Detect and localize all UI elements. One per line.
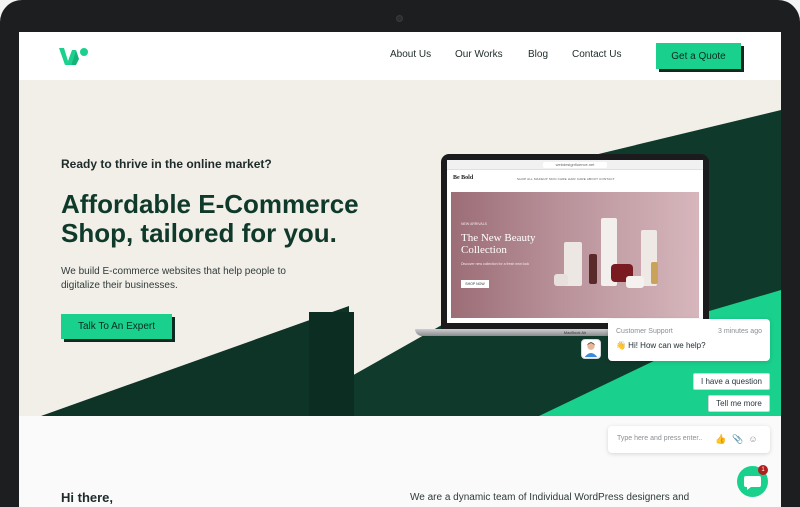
attachment-icon[interactable]: 📎: [732, 434, 743, 444]
product-bottle: [651, 262, 658, 284]
mockup-menu: SHOP ALL MAKEUP SKIN CARE HAIR CARE ABOU…: [517, 177, 615, 181]
mockup-browser-bar: webdesignfluence.net: [447, 160, 703, 170]
mockup-url: webdesignfluence.net: [543, 162, 607, 168]
camera-icon: [396, 15, 403, 22]
quick-reply-question[interactable]: I have a question: [693, 373, 770, 390]
hero-eyebrow: Ready to thrive in the online market?: [61, 157, 272, 171]
nav-link-about-us[interactable]: About Us: [390, 49, 431, 60]
get-a-quote-button[interactable]: Get a Quote: [656, 43, 741, 69]
intro-greeting: Hi there,: [61, 490, 114, 505]
browser-viewport: About Us Our Works Blog Contact Us Get a…: [19, 32, 781, 507]
chat-input-placeholder: Type here and press enter..: [617, 435, 703, 442]
chat-message: 👋 Hi! How can we help?: [616, 341, 706, 350]
mockup-brand: Be Bold: [453, 175, 474, 181]
hero-section: Ready to thrive in the online market? Af…: [19, 80, 781, 416]
chat-agent-name: Customer Support: [616, 328, 673, 335]
mockup-body: Discover new collection for a fresh new …: [461, 262, 530, 266]
device-frame: About Us Our Works Blog Contact Us Get a…: [0, 0, 800, 507]
hero-title: Affordable E-Commerce Shop, tailored for…: [61, 189, 359, 248]
unread-badge: 1: [758, 465, 768, 475]
product-jar: [554, 274, 568, 286]
mockup-shop-button: SHOP NOW: [461, 280, 489, 288]
nav-link-blog[interactable]: Blog: [528, 49, 548, 60]
mockup-headline: The New Beauty Collection: [461, 232, 536, 256]
chat-message-card: Customer Support 3 minutes ago 👋 Hi! How…: [608, 319, 770, 361]
laptop-mockup: webdesignfluence.net Be Bold SHOP ALL MA…: [415, 154, 735, 336]
thumbs-up-icon[interactable]: 👍: [715, 434, 726, 444]
quick-reply-tell-more[interactable]: Tell me more: [708, 395, 770, 412]
site-header: About Us Our Works Blog Contact Us Get a…: [19, 32, 781, 80]
mockup-kicker: NEW ARRIVALS: [461, 222, 487, 226]
agent-avatar-icon: [584, 342, 598, 358]
nav-link-contact-us[interactable]: Contact Us: [572, 49, 621, 60]
talk-to-expert-button[interactable]: Talk To An Expert: [61, 314, 172, 339]
support-avatar: [581, 339, 601, 359]
laptop-lid: webdesignfluence.net Be Bold SHOP ALL MA…: [441, 154, 709, 329]
chat-input-box[interactable]: Type here and press enter.. 👍 📎 ☺: [608, 426, 770, 453]
laptop-screen: webdesignfluence.net Be Bold SHOP ALL MA…: [447, 160, 703, 323]
emoji-icon[interactable]: ☺: [748, 434, 758, 444]
chat-timestamp: 3 minutes ago: [718, 328, 762, 335]
nav-link-our-works[interactable]: Our Works: [455, 49, 503, 60]
mockup-hero-image: NEW ARRIVALS The New Beauty Collection D…: [451, 192, 699, 318]
product-bottle: [589, 254, 597, 284]
hero-description: We build E-commerce websites that help p…: [61, 266, 286, 291]
intro-text: We are a dynamic team of Individual Word…: [410, 492, 690, 503]
logo-icon[interactable]: [59, 46, 89, 66]
product-jar: [626, 276, 644, 288]
